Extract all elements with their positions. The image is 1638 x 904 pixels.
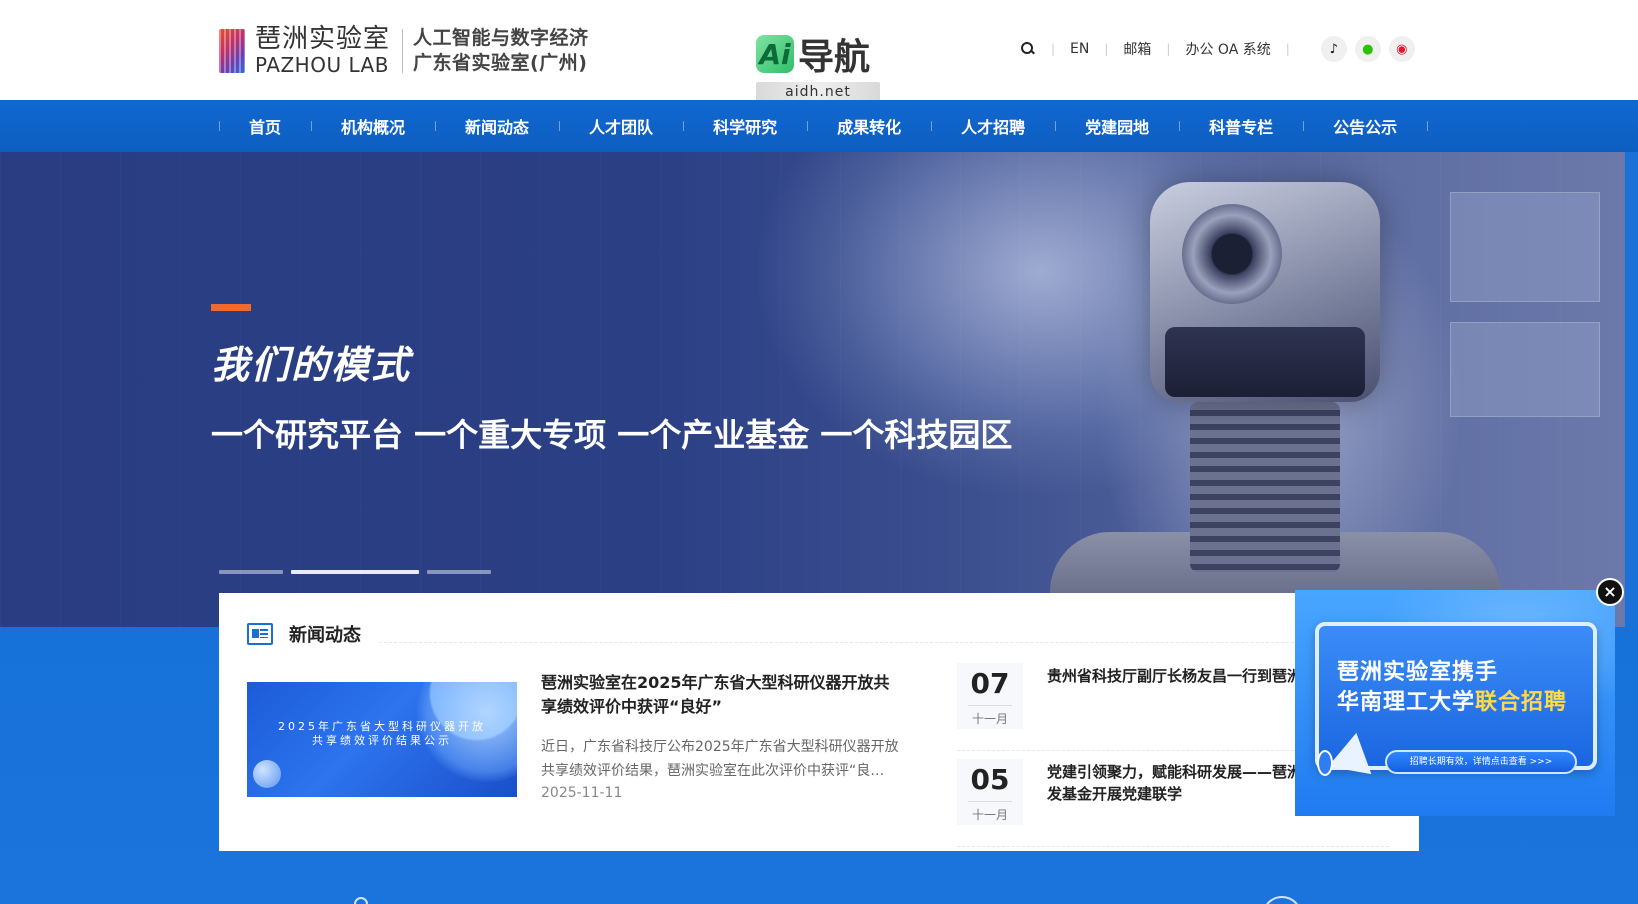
nav-item-science-popularization[interactable]: 科普专栏 — [1179, 114, 1303, 138]
nav-item-talent-team[interactable]: 人才团队 — [559, 114, 683, 138]
nav-item-about[interactable]: 机构概况 — [311, 114, 435, 138]
featured-news-date: 2025-11-11 — [541, 785, 623, 801]
popup-university: 华南理工大学 — [1337, 690, 1476, 715]
popup-details-button[interactable]: 招聘长期有效，详情点击查看 >>> — [1385, 750, 1577, 774]
ai-navigation-badge[interactable]: Ai 导航 aidh.net — [756, 28, 880, 102]
nav-item-announcements[interactable]: 公告公示 — [1303, 114, 1427, 138]
news-card: 新闻动态 2025年广东省大型科研仪器开放 共享绩效评价结果公示 琶洲实验室在2… — [219, 593, 1419, 851]
header-toolbar: | EN | 邮箱 | 办公 OA 系统 | ♪ ● ◉ — [1020, 36, 1415, 62]
news-day: 05 — [970, 763, 1010, 796]
logo-divider — [402, 28, 404, 73]
news-heading: 新闻动态 — [289, 625, 361, 646]
mail-link[interactable]: 邮箱 — [1123, 39, 1151, 59]
nav-divider — [1427, 121, 1429, 131]
search-icon[interactable] — [1020, 41, 1036, 57]
carousel-dot[interactable] — [219, 570, 283, 574]
popup-headline-line2: 华南理工大学联合招聘 — [1337, 684, 1567, 716]
hero-subtitle: 一个研究平台 一个重大专项 一个产业基金 一个科技园区 — [211, 416, 1013, 454]
nav-item-recruitment[interactable]: 人才招聘 — [931, 114, 1055, 138]
megaphone-icon — [1317, 730, 1373, 790]
tiktok-icon[interactable]: ♪ — [1320, 36, 1347, 62]
section-icon — [354, 897, 368, 904]
nav-item-home[interactable]: 首页 — [219, 114, 311, 138]
megaphone-ring — [1317, 750, 1333, 776]
robot-lens-image — [1182, 204, 1282, 304]
language-switch-link[interactable]: EN — [1070, 41, 1089, 57]
site-logo[interactable]: 琶洲实验室 PAZHOU LAB 人工智能与数字经济 广东省实验室(广州) — [219, 26, 589, 75]
news-day: 07 — [970, 667, 1010, 700]
news-date-box: 07 十一月 — [957, 663, 1023, 729]
ai-badge-title: 导航 — [798, 37, 871, 78]
robot-visor-image — [1165, 327, 1365, 397]
hero-screen-panel — [1450, 192, 1600, 302]
nav-item-achievements[interactable]: 成果转化 — [807, 114, 931, 138]
popup-headline-line1: 琶洲实验室携手 — [1337, 660, 1499, 685]
oa-system-link[interactable]: 办公 OA 系统 — [1185, 39, 1270, 59]
toolbar-divider: | — [1051, 42, 1056, 56]
news-date-box: 05 十一月 — [957, 759, 1023, 825]
featured-news-summary: 近日，广东省科技厅公布2025年广东省大型科研仪器开放共享绩效评价结果，琶洲实验… — [541, 739, 899, 779]
featured-image-caption-line1: 2025年广东省大型科研仪器开放 — [278, 720, 486, 733]
featured-news-image[interactable]: 2025年广东省大型科研仪器开放 共享绩效评价结果公示 — [247, 682, 517, 797]
featured-image-caption-line2: 共享绩效评价结果公示 — [312, 734, 452, 747]
close-icon[interactable]: × — [1596, 578, 1624, 606]
carousel-indicators — [219, 570, 491, 574]
nav-item-research[interactable]: 科学研究 — [683, 114, 807, 138]
carousel-dot-active[interactable] — [291, 570, 419, 574]
toolbar-divider: | — [1166, 42, 1171, 56]
logo-mark-icon — [219, 28, 245, 73]
nav-item-party-building[interactable]: 党建园地 — [1055, 114, 1179, 138]
ai-logo-icon: Ai — [756, 35, 794, 73]
hero-screen-panel — [1450, 322, 1600, 417]
hero-accent-bar — [211, 304, 251, 311]
logo-line1: 人工智能与数字经济 — [413, 26, 589, 49]
robot-neck-image — [1190, 402, 1340, 572]
thumb-planet-shape — [253, 760, 281, 788]
featured-image-caption: 2025年广东省大型科研仪器开放 共享绩效评价结果公示 — [247, 720, 517, 748]
logo-cn: 琶洲实验室 — [255, 24, 391, 54]
wechat-icon[interactable]: ● — [1354, 36, 1381, 62]
social-links: ♪ ● ◉ — [1320, 36, 1415, 62]
logo-line2: 广东省实验室(广州) — [413, 51, 588, 74]
recruitment-popup[interactable]: 琶洲实验室携手 华南理工大学联合招聘 招聘长期有效，详情点击查看 >>> — [1295, 590, 1615, 816]
weibo-icon[interactable]: ◉ — [1388, 36, 1415, 62]
popup-highlight: 联合招聘 — [1475, 690, 1568, 715]
toolbar-divider: | — [1104, 42, 1109, 56]
ai-badge-url: aidh.net — [756, 82, 880, 102]
logo-en: PAZHOU LAB — [255, 53, 389, 77]
nav-item-news[interactable]: 新闻动态 — [435, 114, 559, 138]
logo-wordmark: 琶洲实验室 PAZHOU LAB — [255, 26, 390, 75]
hero-banner[interactable]: 我们的模式 一个研究平台 一个重大专项 一个产业基金 一个科技园区 — [0, 152, 1625, 627]
news-month: 十一月 — [968, 705, 1012, 727]
carousel-dot[interactable] — [427, 570, 491, 574]
site-header: 琶洲实验室 PAZHOU LAB 人工智能与数字经济 广东省实验室(广州) Ai… — [0, 0, 1638, 102]
toolbar-divider: | — [1285, 42, 1290, 56]
featured-news-title[interactable]: 琶洲实验室在2025年广东省大型科研仪器开放共享绩效评价中获评“良好” — [541, 671, 901, 719]
hero-title: 我们的模式 — [211, 343, 412, 387]
main-nav: 首页 机构概况 新闻动态 人才团队 科学研究 成果转化 人才招聘 党建园地 科普… — [0, 100, 1638, 152]
newspaper-icon — [247, 623, 273, 645]
news-header: 新闻动态 — [247, 621, 361, 647]
news-month: 十一月 — [968, 801, 1012, 823]
news-header-divider — [379, 642, 1389, 643]
logo-subtitle: 人工智能与数字经济 广东省实验室(广州) — [413, 26, 589, 74]
